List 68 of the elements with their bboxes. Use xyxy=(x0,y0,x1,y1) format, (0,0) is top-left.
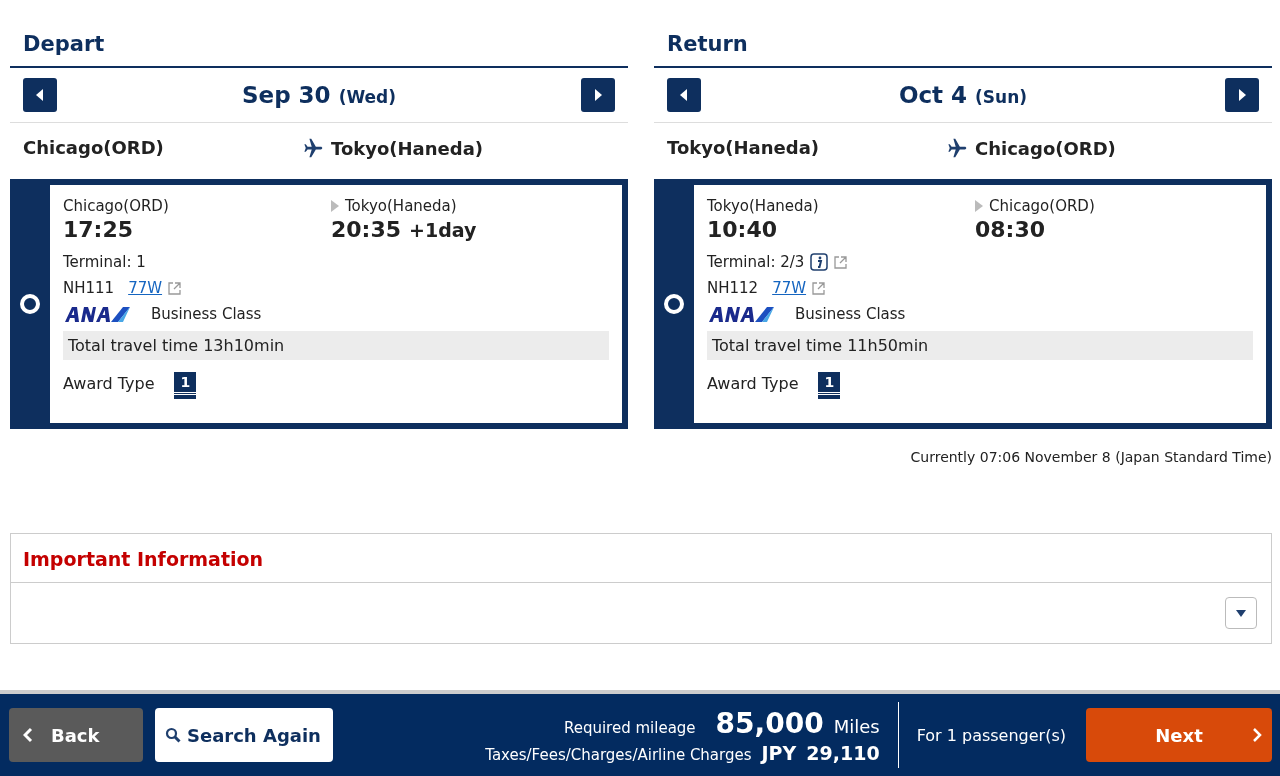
flight-number: NH111 xyxy=(63,279,115,297)
arrow-icon xyxy=(331,200,339,212)
mileage-unit: Miles xyxy=(833,715,880,737)
caret-right-icon xyxy=(1237,89,1247,101)
origin-city: Chicago(ORD) xyxy=(23,137,165,159)
aircraft-link[interactable]: 77W xyxy=(128,279,163,297)
aircraft-link[interactable]: 77W xyxy=(772,279,807,297)
external-link-icon[interactable] xyxy=(168,281,182,295)
search-icon xyxy=(165,727,181,743)
caret-down-icon xyxy=(1236,609,1246,617)
flight-date: Oct 4 (Sun) xyxy=(898,82,1028,108)
taxes-label: Taxes/Fees/Charges/Airline Charges xyxy=(485,745,752,764)
mileage-amount: 85,000 xyxy=(715,706,824,740)
flight-date: Sep 30 (Wed) xyxy=(241,82,396,108)
current-time-note: Currently 07:06 November 8 (Japan Standard Time) xyxy=(909,449,1272,465)
destination-city: Chicago(ORD) xyxy=(975,137,1116,159)
departure-city: Chicago(ORD) xyxy=(63,196,170,217)
day-offset: +1day xyxy=(409,219,477,241)
arrival-time: 20:35 xyxy=(331,217,402,242)
airline-logo-icon xyxy=(63,305,131,323)
airline-logo-icon xyxy=(707,305,775,323)
chevron-right-icon xyxy=(1252,727,1262,743)
travel-time: Total travel time 13h10min xyxy=(63,331,609,360)
cabin-class: Business Class xyxy=(151,305,262,323)
caret-left-icon xyxy=(35,89,45,101)
passenger-count: For 1 passenger(s) xyxy=(916,725,1066,745)
expand-button[interactable] xyxy=(1225,597,1257,629)
search-again-button[interactable]: Search Again xyxy=(155,708,333,762)
section-heading: Depart xyxy=(10,0,628,68)
previous-day-button[interactable] xyxy=(667,78,701,112)
destination-city: Tokyo(Haneda) xyxy=(331,137,484,159)
taxes-amount: 29,110 xyxy=(806,741,880,764)
section-heading: Return xyxy=(654,0,1272,68)
caret-left-icon xyxy=(679,89,689,101)
flight-number: NH112 xyxy=(707,279,759,297)
external-link-icon[interactable] xyxy=(812,281,826,295)
arrow-icon xyxy=(975,200,983,212)
cabin-class: Business Class xyxy=(795,305,906,323)
previous-day-button[interactable] xyxy=(23,78,57,112)
award-type-label: Award Type xyxy=(707,374,799,393)
travel-time: Total travel time 11h50min xyxy=(707,331,1253,360)
departure-city: Tokyo(Haneda) xyxy=(707,196,820,217)
next-day-button[interactable] xyxy=(1225,78,1259,112)
next-button[interactable]: Next xyxy=(1086,708,1272,762)
back-button[interactable]: Back xyxy=(9,708,143,762)
terminal-text: Terminal: 2/3 xyxy=(707,253,805,271)
external-link-icon[interactable] xyxy=(834,255,848,269)
radio-button[interactable] xyxy=(664,294,684,314)
award-type-label: Award Type xyxy=(63,374,155,393)
departure-time: 17:25 xyxy=(63,217,135,244)
radio-button[interactable] xyxy=(20,294,40,314)
currency: JPY xyxy=(761,741,797,764)
arrival-time: 08:30 xyxy=(975,217,1046,242)
terminal-text: Terminal: 1 xyxy=(63,253,146,271)
info-icon[interactable] xyxy=(810,253,829,271)
mileage-label: Required mileage xyxy=(563,718,696,737)
flight-card[interactable]: Tokyo(Haneda) 10:40 Terminal: 2/3 NH112 77W Business Class Chicago(ORD) 08:30 Total travel time 11h50min Award Type 1 xyxy=(654,179,1272,429)
airplane-icon xyxy=(303,137,325,159)
arrival-city: Chicago(ORD) xyxy=(989,197,1095,215)
origin-city: Tokyo(Haneda) xyxy=(667,137,821,159)
departure-time: 10:40 xyxy=(707,217,779,244)
arrival-city: Tokyo(Haneda) xyxy=(345,197,457,215)
caret-right-icon xyxy=(593,89,603,101)
airplane-icon xyxy=(947,137,969,159)
important-information-title: Important Information xyxy=(11,534,1271,583)
chevron-left-icon xyxy=(23,727,33,743)
next-day-button[interactable] xyxy=(581,78,615,112)
flight-card[interactable]: Chicago(ORD) 17:25 Terminal: 1 NH111 77W Business Class Tokyo(Haneda) 20:35 +1day Total travel time 13h10min Award Type 1 xyxy=(10,179,628,429)
